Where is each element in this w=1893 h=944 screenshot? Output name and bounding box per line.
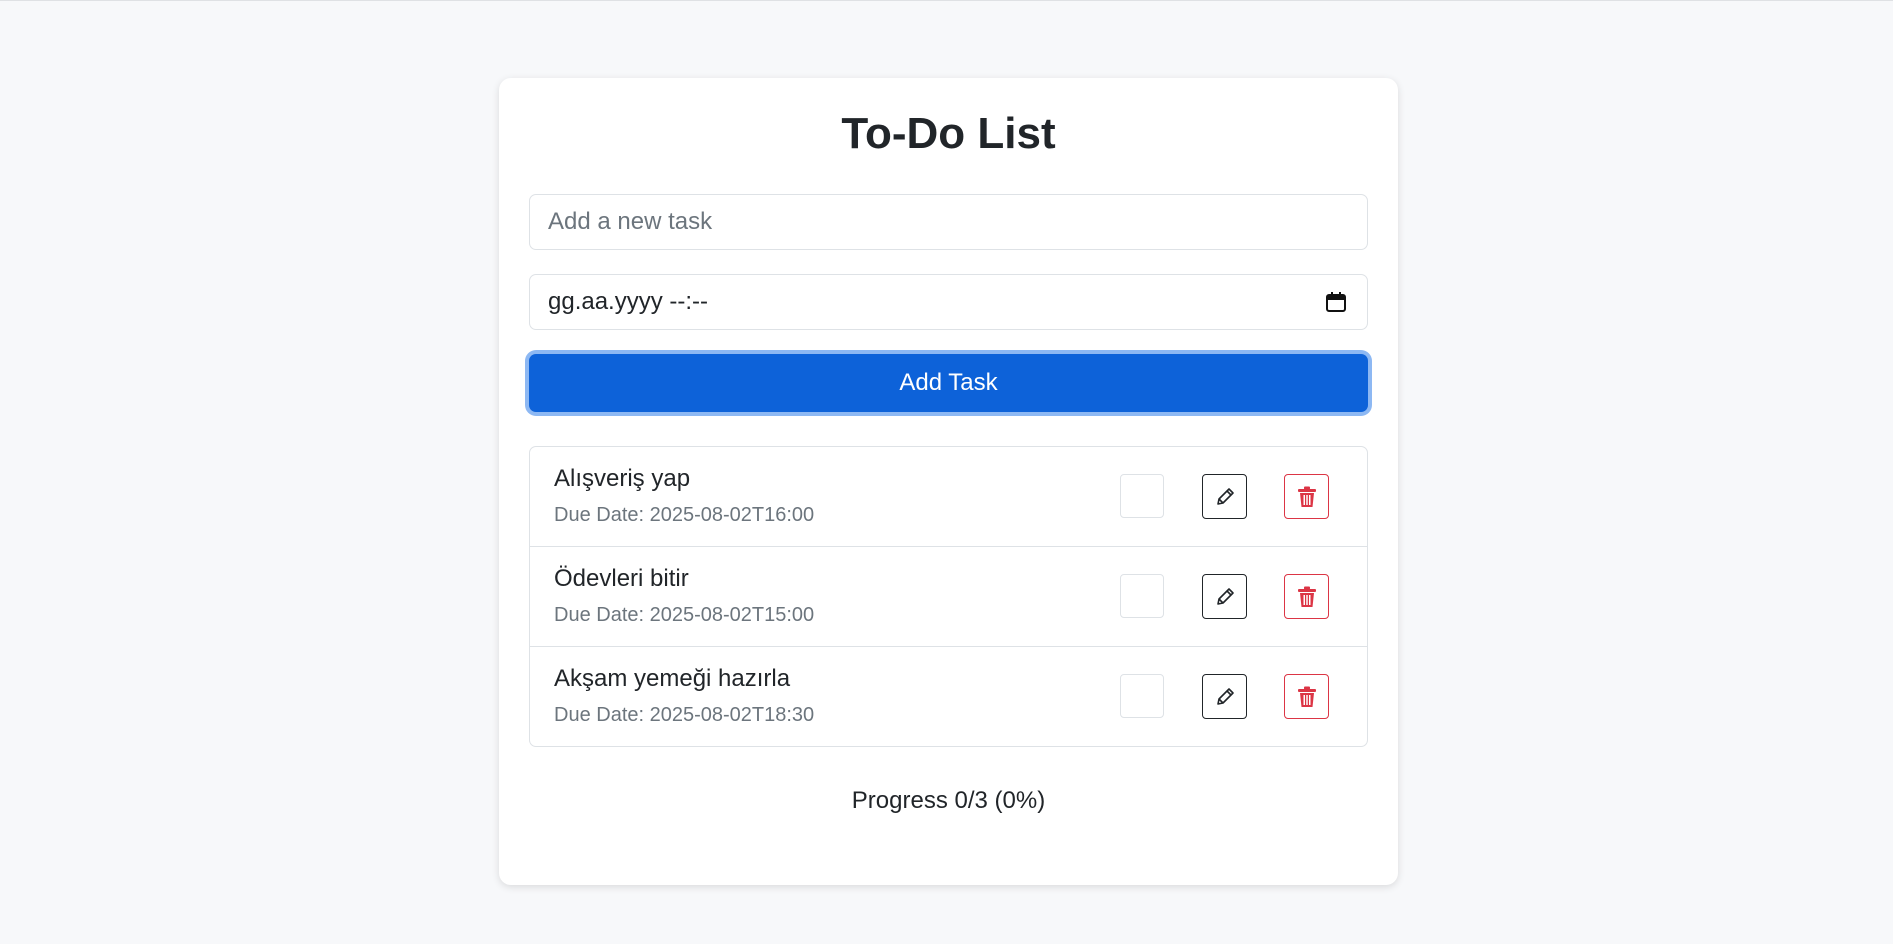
task-due-date: Due Date: 2025-08-02T16:00 [554,504,815,526]
edit-task-button[interactable] [1202,674,1247,719]
pencil-icon [1214,686,1236,708]
todo-card: To-Do List gg.aa.yyyy --:-- Add Task Alı… [499,78,1398,885]
task-item: Ödevleri bitir Due Date: 2025-08-02T15:0… [530,547,1367,647]
task-name: Akşam yemeği hazırla [554,665,791,692]
pencil-icon [1214,486,1236,508]
task-complete-checkbox[interactable] [1120,474,1164,518]
calendar-icon[interactable] [1323,289,1349,315]
task-item: Alışveriş yap Due Date: 2025-08-02T16:00 [530,447,1367,547]
trash-icon [1297,686,1317,708]
progress-text: Progress 0/3 (0%) [851,787,1046,814]
edit-task-button[interactable] [1202,474,1247,519]
trash-icon [1297,586,1317,608]
task-list: Alışveriş yap Due Date: 2025-08-02T16:00 [529,446,1368,747]
task-due-date: Due Date: 2025-08-02T18:30 [554,704,815,726]
task-complete-checkbox[interactable] [1120,574,1164,618]
task-complete-checkbox[interactable] [1120,674,1164,718]
new-task-input[interactable] [529,194,1368,250]
delete-task-button[interactable] [1284,474,1329,519]
task-name: Alışveriş yap [554,465,691,492]
trash-icon [1297,486,1317,508]
page-title: To-Do List [841,109,1056,158]
delete-task-button[interactable] [1284,674,1329,719]
task-due-date: Due Date: 2025-08-02T15:00 [554,604,815,626]
top-divider [0,0,1893,1]
due-date-placeholder: gg.aa.yyyy --:-- [548,288,709,315]
edit-task-button[interactable] [1202,574,1247,619]
pencil-icon [1214,586,1236,608]
task-name: Ödevleri bitir [554,565,689,592]
task-item: Akşam yemeği hazırla Due Date: 2025-08-0… [530,647,1367,746]
due-date-input[interactable]: gg.aa.yyyy --:-- [529,274,1368,330]
delete-task-button[interactable] [1284,574,1329,619]
add-task-button[interactable]: Add Task [529,354,1368,412]
